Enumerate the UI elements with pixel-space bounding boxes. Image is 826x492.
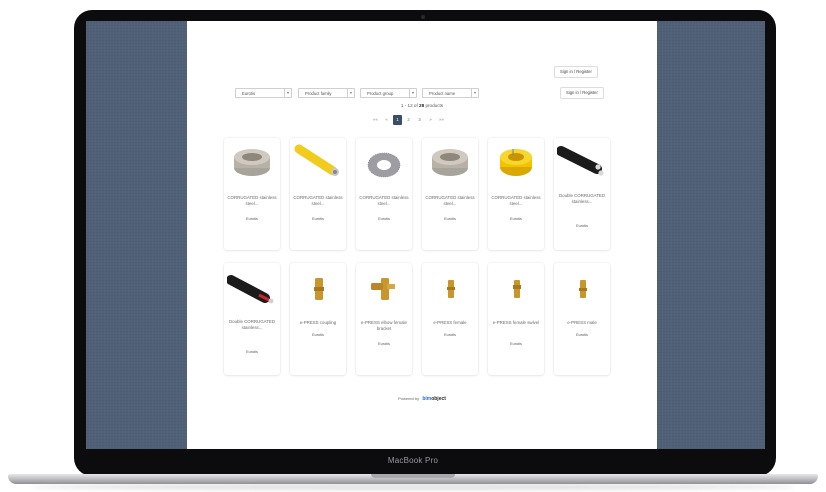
signin-register-link-top[interactable]: Sign in / Register xyxy=(554,66,598,78)
yellow-pipe-image xyxy=(294,144,339,176)
product-card[interactable]: CORRUGATED stainless steel... Eurotis xyxy=(290,138,346,250)
page-3-button[interactable]: 3 xyxy=(415,115,424,125)
product-family-filter-select[interactable]: Product family ▾ xyxy=(298,88,355,98)
product-brand: Eurotis xyxy=(246,217,258,221)
last-page-button[interactable]: »» xyxy=(437,115,446,125)
powered-by-footer: Powered by bimobject xyxy=(187,396,657,402)
chevron-down-icon: ▾ xyxy=(471,89,478,97)
laptop-screen: Sign in / Register Sign in / Register Eu… xyxy=(86,21,765,449)
product-brand: Eurotis xyxy=(444,333,456,337)
product-card[interactable]: e-PRESS coupling Eurotis xyxy=(290,263,346,375)
product-brand: Eurotis xyxy=(576,333,588,337)
product-catalog-page: Sign in / Register Sign in / Register Eu… xyxy=(187,21,657,449)
product-card[interactable]: e-PRESS female swivel Eurotis xyxy=(488,263,544,375)
powered-by-label: Powered by xyxy=(398,396,420,401)
brand-filter-select[interactable]: Eurotis ▾ xyxy=(235,88,292,98)
brass-elbow-image xyxy=(371,278,395,300)
product-name[interactable]: CORRUGATED stainless steel... xyxy=(358,195,410,207)
results-count-prefix: 1 - 12 of xyxy=(400,103,420,108)
product-name[interactable]: e-PRESS female swivel xyxy=(490,320,542,326)
product-brand: Eurotis xyxy=(312,333,324,337)
product-brand: Eurotis xyxy=(576,224,588,228)
product-name[interactable]: e-PRESS male xyxy=(556,320,608,326)
laptop-shadow xyxy=(30,484,796,490)
product-card[interactable]: CORRUGATED stainless steel... Eurotis xyxy=(488,138,544,250)
page-1-button[interactable]: 1 xyxy=(393,115,402,125)
product-name-filter-value: Product name xyxy=(429,91,456,96)
product-brand: Eurotis xyxy=(378,342,390,346)
product-brand: Eurotis xyxy=(378,217,390,221)
product-name[interactable]: e-PRESS elbow female bracket xyxy=(358,320,410,332)
chevron-down-icon: ▾ xyxy=(409,89,416,97)
product-name[interactable]: e-PRESS female xyxy=(424,320,476,326)
chevron-down-icon: ▾ xyxy=(347,89,354,97)
signin-register-button[interactable]: Sign in / Register xyxy=(560,87,604,99)
product-card[interactable]: CORRUGATED stainless steel... Eurotis xyxy=(224,138,280,250)
chevron-down-icon: ▾ xyxy=(284,89,291,97)
pagination: «« « 1 2 3 » »» xyxy=(371,115,446,125)
black-red-pipe-image xyxy=(227,275,274,304)
product-brand: Eurotis xyxy=(246,350,258,354)
laptop-notch xyxy=(371,474,455,478)
brass-coupling-image xyxy=(314,278,324,300)
product-family-filter-value: Product family xyxy=(305,91,332,96)
product-name[interactable]: Double CORRUGATED stainless... xyxy=(556,193,608,205)
steel-coil-image xyxy=(367,152,401,178)
results-count: 1 - 12 of 28 products xyxy=(187,103,657,108)
product-card[interactable]: CORRUGATED stainless steel... Eurotis xyxy=(422,138,478,250)
brass-female-image xyxy=(447,280,455,298)
product-group-filter-select[interactable]: Product group ▾ xyxy=(360,88,417,98)
product-name[interactable]: e-PRESS coupling xyxy=(292,320,344,326)
page-2-button[interactable]: 2 xyxy=(404,115,413,125)
product-name[interactable]: CORRUGATED stainless steel... xyxy=(292,195,344,207)
webcam-icon xyxy=(421,15,425,19)
product-name[interactable]: Double CORRUGATED stainless... xyxy=(226,319,278,331)
first-page-button[interactable]: «« xyxy=(371,115,380,125)
results-count-suffix: products xyxy=(424,103,444,108)
product-brand: Eurotis xyxy=(510,217,522,221)
next-page-button[interactable]: » xyxy=(426,115,435,125)
grey-coil-pipe-image xyxy=(432,149,468,176)
product-brand: Eurotis xyxy=(312,217,324,221)
product-card[interactable]: Double CORRUGATED stainless... Eurotis xyxy=(224,263,280,375)
product-card[interactable]: CORRUGATED stainless steel... Eurotis xyxy=(356,138,412,250)
product-card[interactable]: Double CORRUGATED stainless... Eurotis xyxy=(554,138,610,250)
product-group-filter-value: Product group xyxy=(367,91,394,96)
product-card[interactable]: e-PRESS elbow female bracket Eurotis xyxy=(356,263,412,375)
previous-page-button[interactable]: « xyxy=(382,115,391,125)
grey-coil-pipe-image xyxy=(234,149,270,176)
yellow-coil-image xyxy=(500,149,532,176)
brass-swivel-image xyxy=(513,280,521,298)
bimobject-logo[interactable]: bimobject xyxy=(422,396,446,402)
product-brand: Eurotis xyxy=(510,342,522,346)
product-name-filter-select[interactable]: Product name ▾ xyxy=(422,88,479,98)
product-name[interactable]: CORRUGATED stainless steel... xyxy=(226,195,278,207)
black-double-pipe-image xyxy=(557,146,604,176)
brand-filter-value: Eurotis xyxy=(242,91,256,96)
product-brand: Eurotis xyxy=(444,217,456,221)
device-model-label: MacBook Pro xyxy=(387,456,439,465)
product-card[interactable]: e-PRESS female Eurotis xyxy=(422,263,478,375)
product-name[interactable]: CORRUGATED stainless steel... xyxy=(424,195,476,207)
product-name[interactable]: CORRUGATED stainless steel... xyxy=(490,195,542,207)
product-card[interactable]: e-PRESS male Eurotis xyxy=(554,263,610,375)
brass-male-image xyxy=(579,280,587,298)
